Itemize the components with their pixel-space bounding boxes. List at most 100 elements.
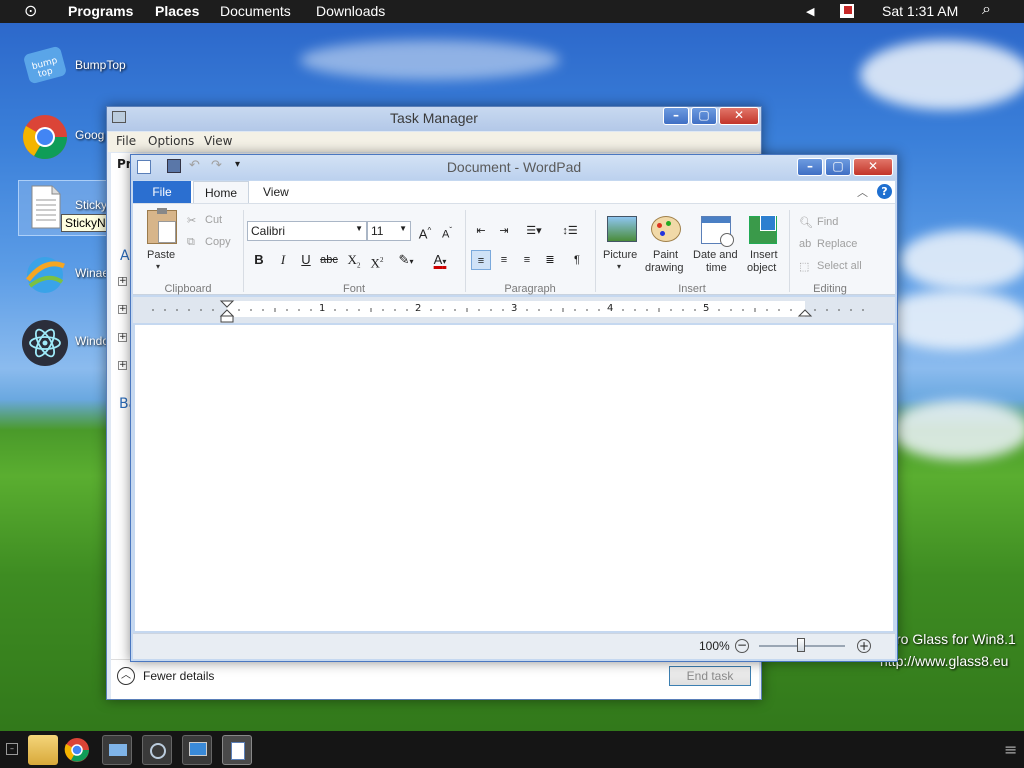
close-button[interactable]: ✕ [719,107,759,125]
tab-home[interactable]: Home [193,181,249,205]
zoom-in-icon[interactable]: + [857,639,871,653]
chrome-icon[interactable] [62,735,92,765]
documents-menu[interactable]: Documents [220,3,291,19]
separator [465,210,466,292]
zoom-out-icon[interactable]: − [735,639,749,653]
folder-icon[interactable] [28,735,58,765]
insert-object-label-2[interactable]: object [747,262,776,274]
clock[interactable]: Sat 1:31 AM [882,3,958,19]
maximize-button[interactable]: ▢ [825,158,851,176]
line-spacing-icon[interactable]: ↕☰ [555,221,585,241]
decrease-indent-icon[interactable]: ⇤ [471,221,491,241]
help-icon[interactable]: ? [877,184,892,199]
object-icon[interactable] [749,215,777,244]
cut-icon: ✂ [187,215,197,227]
align-left-icon[interactable]: ≡ [471,250,491,270]
chevron-up-icon[interactable]: ︿ [117,667,135,685]
paint-label-1[interactable]: Paint [653,249,678,261]
remote-desktop-icon[interactable] [182,735,212,765]
bold-icon[interactable]: B [249,250,269,270]
desktop-icon-bumptop[interactable]: bump top BumpTop [20,44,126,104]
paste-button[interactable]: Paste [147,249,175,261]
document-area[interactable] [135,325,893,631]
fewer-details-link[interactable]: Fewer details [143,669,214,683]
downloads-menu[interactable]: Downloads [316,3,385,19]
flag-icon[interactable] [840,4,854,18]
picture-icon[interactable] [607,216,637,242]
collapse-ribbon-icon[interactable]: ︿ [857,184,868,200]
desktop-icon-chrome[interactable]: Goog [20,114,110,174]
ruler-number: 1 [319,303,326,314]
find-button[interactable]: Find [817,216,838,228]
select-all-icon: ⬚ [799,261,810,273]
font-size-value: 11 [371,224,384,238]
cut-button[interactable]: Cut [205,214,222,226]
tab-file[interactable]: File [133,181,191,203]
menu-icon[interactable]: ≡ [1004,740,1017,759]
zoom-slider-thumb[interactable] [797,638,805,652]
select-all-button[interactable]: Select all [817,260,862,272]
grow-font-icon[interactable]: A^ [415,221,435,241]
subscript-icon[interactable]: X2 [344,250,364,270]
wordpad-titlebar[interactable]: ↶ ↷ ▾ Document - WordPad – ▢ ✕ [131,155,897,180]
ruler: 1 2 3 4 5 [133,297,895,323]
app-menu-icon[interactable]: ⊙ [24,1,37,21]
align-center-icon[interactable]: ≡ [494,250,514,270]
bullets-icon[interactable]: ☰▾ [519,221,549,241]
increase-indent-icon[interactable]: ⇥ [494,221,514,241]
chevron-down-icon: ▼ [399,224,407,233]
date-time-label-1[interactable]: Date and [693,249,738,261]
font-size-select[interactable]: 11 ▼ [367,221,411,241]
date-time-label-2[interactable]: time [706,262,727,274]
wordpad-icon[interactable] [222,735,252,765]
picture-dropdown-icon[interactable]: ▾ [617,262,621,271]
end-task-button[interactable]: End task [669,666,751,686]
search-icon[interactable]: ⌕ [982,1,991,19]
copy-button[interactable]: Copy [205,236,231,248]
paint-label-2[interactable]: drawing [645,262,684,274]
maximize-button[interactable]: ▢ [691,107,717,125]
desktop-icon-winaero[interactable]: Winae [20,252,110,312]
paint-icon[interactable] [651,216,681,242]
close-button[interactable]: ✕ [853,158,893,176]
insert-object-label-1[interactable]: Insert [750,249,778,261]
expand-button[interactable]: + [118,277,127,286]
task-manager-icon[interactable] [102,735,132,765]
italic-icon[interactable]: I [273,250,293,270]
tray-arrow-icon[interactable]: ◀ [806,5,814,18]
programs-menu[interactable]: Programs [68,3,133,19]
group-insert: Insert [678,283,706,295]
minimize-button[interactable]: – [663,107,689,125]
strikethrough-icon[interactable]: abc [319,250,339,270]
superscript-icon[interactable]: X2 [367,250,387,270]
task-manager-titlebar[interactable]: Task Manager – ▢ ✕ [107,107,761,131]
tab-view[interactable]: View [263,185,289,199]
align-right-icon[interactable]: ≡ [517,250,537,270]
paragraph-icon[interactable]: ¶ [567,250,587,270]
menu-options[interactable]: Options [148,134,194,148]
copy-icon: ⧉ [187,236,195,248]
paste-dropdown-icon[interactable]: ▾ [156,262,160,271]
calendar-icon[interactable] [701,216,734,247]
minimize-button[interactable]: – [797,158,823,176]
paste-icon[interactable] [147,208,177,244]
justify-icon[interactable]: ≣ [540,250,560,270]
expand-button[interactable]: + [118,305,127,314]
bumptop-icon: bump top [22,44,68,90]
font-color-icon[interactable]: A▾ [425,250,455,270]
font-family-select[interactable]: Calibri ▼ [247,221,367,241]
show-desktop-icon[interactable]: – [6,743,18,755]
group-paragraph: Paragraph [504,283,556,295]
shrink-font-icon[interactable]: Aˇ [437,221,457,241]
electron-icon[interactable] [142,735,172,765]
expand-button[interactable]: + [118,333,127,342]
underline-icon[interactable]: U [296,250,316,270]
replace-button[interactable]: Replace [817,238,857,250]
highlight-icon[interactable]: ✎▾ [391,250,421,270]
menu-view[interactable]: View [204,134,232,148]
desktop-icon-windows[interactable]: Windo [20,320,110,380]
expand-button[interactable]: + [118,361,127,370]
places-menu[interactable]: Places [155,3,199,19]
picture-button[interactable]: Picture [603,249,637,261]
menu-file[interactable]: File [116,134,136,148]
